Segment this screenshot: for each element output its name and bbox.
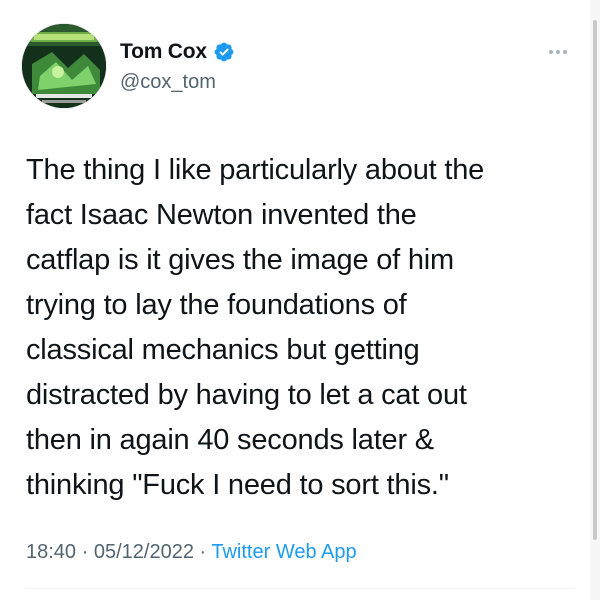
- scrollbar[interactable]: [590, 0, 600, 600]
- tweet-text: The thing I like particularly about the …: [26, 154, 485, 501]
- author-handle[interactable]: @cox_tom: [120, 71, 216, 94]
- tweet-card: Tom Cox @cox_tom The thing I like partic…: [0, 0, 600, 600]
- tweet-date[interactable]: 05/12/2022: [94, 541, 194, 563]
- tweet-time[interactable]: 18:40: [26, 541, 76, 563]
- meta-separator: ·: [81, 541, 94, 563]
- tweet-meta: 18:40 · 05/12/2022 · Twitter Web App: [26, 541, 357, 564]
- verified-badge-icon: [213, 41, 235, 63]
- scrollbar-thumb[interactable]: [593, 20, 597, 540]
- author-display-name[interactable]: Tom Cox: [120, 40, 207, 64]
- avatar[interactable]: [22, 24, 106, 108]
- more-options-icon[interactable]: [540, 42, 576, 62]
- divider: [26, 588, 574, 589]
- tweet-source-link[interactable]: Twitter Web App: [211, 541, 356, 563]
- meta-separator: ·: [199, 541, 212, 563]
- avatar-image: [22, 24, 106, 108]
- author-name-row: Tom Cox: [120, 40, 235, 64]
